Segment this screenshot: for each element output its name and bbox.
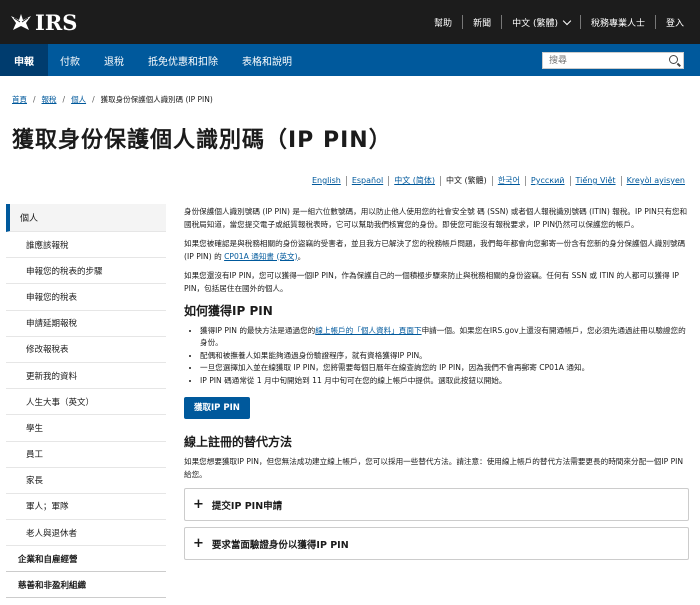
sidebar-item[interactable]: 人生大事（英文） [6, 389, 166, 416]
sidebar-item[interactable]: 申報您的稅表的步驟 [6, 258, 166, 285]
sidebar-item[interactable]: 軍人；軍隊 [6, 494, 166, 521]
sidebar-item[interactable]: 更新我的資料 [6, 363, 166, 390]
main-nav: 申報 付款 退稅 抵免优惠和扣除 表格和說明 [0, 44, 700, 76]
irs-logo[interactable]: IRS [10, 9, 78, 35]
text: 獲得IP PIN 的最快方法是通過您的 [200, 326, 316, 335]
page-title: 獲取身份保護個人識別碼（IP PIN） [12, 128, 392, 153]
breadcrumb-separator: / [33, 95, 36, 104]
breadcrumb-home[interactable]: 首頁 [12, 94, 27, 105]
lang-russian[interactable]: Русский [526, 176, 570, 185]
how-to-get-heading: 如何獲得IP PIN [184, 304, 273, 318]
lang-spanish[interactable]: Español [347, 176, 388, 185]
lang-vietnamese[interactable]: Tiếng Việt [571, 176, 621, 185]
text: 。 [297, 251, 306, 261]
news-link[interactable]: 新聞 [463, 16, 501, 29]
top-bar: IRS 幫助 新聞 中文 (繁體) 稅務專業人士 登入 [0, 0, 700, 44]
accordion-label: 提交IP PIN申請 [211, 500, 283, 512]
logo-text: IRS [35, 9, 78, 35]
sidebar-item[interactable]: 員工 [6, 442, 166, 468]
sidebar-item[interactable]: 老人與退休者 [6, 520, 166, 547]
nav-refunds[interactable]: 退稅 [92, 44, 136, 76]
sidebar-item[interactable]: 學生 [6, 415, 166, 442]
plus-icon: + [193, 536, 204, 552]
help-link[interactable]: 幫助 [424, 16, 462, 29]
sidebar-item-charities[interactable]: 慈善和非盈利組織 [6, 572, 166, 599]
nav-forms[interactable]: 表格和說明 [230, 44, 304, 76]
eligibility-paragraph: 如果您還沒有IP PIN，您可以獲得一個IP PIN，作為保護自己的一個積極步驟… [184, 271, 679, 293]
breadcrumb-separator: / [92, 95, 95, 104]
chevron-down-icon [562, 16, 572, 25]
alternatives-heading: 線上註冊的替代方法 [184, 435, 293, 450]
how-to-list: 獲得IP PIN 的最快方法是通過您的線上帳戶的「個人資料」頁面下申請一個。如果… [184, 325, 689, 387]
sidebar-item[interactable]: 申請延期報稅 [6, 311, 166, 337]
intro-paragraph: 身份保護個人識別號碼 (IP PIN) 是一組六位數號碼，用以防止他人使用您的社… [184, 207, 688, 229]
accordion-submit-application[interactable]: + 提交IP PIN申請 [184, 488, 689, 522]
lang-english[interactable]: English [307, 176, 346, 185]
alternatives-paragraph: 如果您想要獲取IP PIN，但您無法成功建立線上帳戶，您可以採用一些替代方法。請… [184, 457, 684, 479]
sidebar-item[interactable]: 申報您的稅表 [6, 284, 166, 311]
eagle-logo-icon [11, 14, 31, 30]
online-account-link[interactable]: 線上帳戶的「個人資料」頁面下 [315, 326, 421, 335]
breadcrumb-current: 獲取身份保護個人識別碼 (IP PIN) [100, 95, 213, 104]
sidebar-item[interactable]: 誰應該報稅 [6, 232, 166, 259]
sidebar: 個人 誰應該報稅 申報您的稅表的步驟 申報您的稅表 申請延期報稅 修改報稅表 更… [6, 204, 166, 599]
login-link[interactable]: 登入 [656, 16, 694, 29]
nav-credits[interactable]: 抵免优惠和扣除 [136, 44, 230, 76]
get-ip-pin-button[interactable]: 獲取IP PIN [184, 397, 250, 420]
list-item: IP PIN 碼通常從 1 月中旬開始到 11 月中旬可在您的線上帳戶中提供。選… [200, 375, 689, 387]
lang-haitian-creole[interactable]: Kreyòl ayisyen [622, 176, 690, 185]
list-item: 獲得IP PIN 的最快方法是通過您的線上帳戶的「個人資料」頁面下申請一個。如果… [200, 325, 689, 350]
victim-paragraph: 如果您被確認是與稅務相關的身份盜竊的受害者，並且我方已解決了您的稅務帳戶問題，我… [184, 238, 689, 263]
utility-links: 幫助 新聞 中文 (繁體) 稅務專業人士 登入 [424, 0, 694, 44]
search-icon[interactable] [669, 55, 678, 64]
nav-file[interactable]: 申報 [0, 44, 48, 76]
lang-traditional-chinese: 中文 (繁體) [446, 176, 487, 185]
breadcrumb: 首頁 / 報稅 / 個人 / 獲取身份保護個人識別碼 (IP PIN) [12, 94, 213, 105]
search-input[interactable] [542, 52, 684, 69]
cp01a-link[interactable]: CP01A 通知書 (英文) [224, 252, 297, 261]
language-selector[interactable]: 中文 (繁體) [502, 16, 580, 29]
language-label: 中文 (繁體) [512, 18, 558, 29]
language-bar: English Español 中文 (简体) 中文 (繁體) 한국어 Русс… [307, 175, 690, 186]
main-content: 身份保護個人識別號碼 (IP PIN) 是一組六位數號碼，用以防止他人使用您的社… [184, 206, 689, 566]
nav-pay[interactable]: 付款 [48, 44, 92, 76]
breadcrumb-individuals[interactable]: 個人 [71, 94, 86, 105]
sidebar-item-individuals[interactable]: 個人 [6, 204, 166, 232]
accordion-in-person-verification[interactable]: + 要求當面驗證身份以獲得IP PIN [184, 527, 689, 561]
breadcrumb-separator: / [62, 95, 66, 104]
sidebar-item[interactable]: 修改報稅表 [6, 337, 166, 363]
lang-simplified-chinese[interactable]: 中文 (简体) [389, 175, 440, 186]
lang-korean[interactable]: 한국어 [493, 175, 525, 186]
breadcrumb-file[interactable]: 報稅 [42, 94, 57, 105]
list-item: 一旦您選擇加入並在線獲取 IP PIN，您將需要每個日曆年在線查詢您的 IP P… [200, 362, 689, 374]
list-item: 配偶和被撫養人如果能夠通過身份驗證程序，就有資格獲得IP PIN。 [200, 350, 689, 362]
tax-pros-link[interactable]: 稅務專業人士 [581, 16, 655, 29]
accordion-label: 要求當面驗證身份以獲得IP PIN [211, 539, 349, 551]
plus-icon: + [193, 497, 204, 513]
sidebar-item-business[interactable]: 企業和自雇經營 [6, 546, 166, 573]
sidebar-item[interactable]: 家長 [6, 468, 166, 494]
